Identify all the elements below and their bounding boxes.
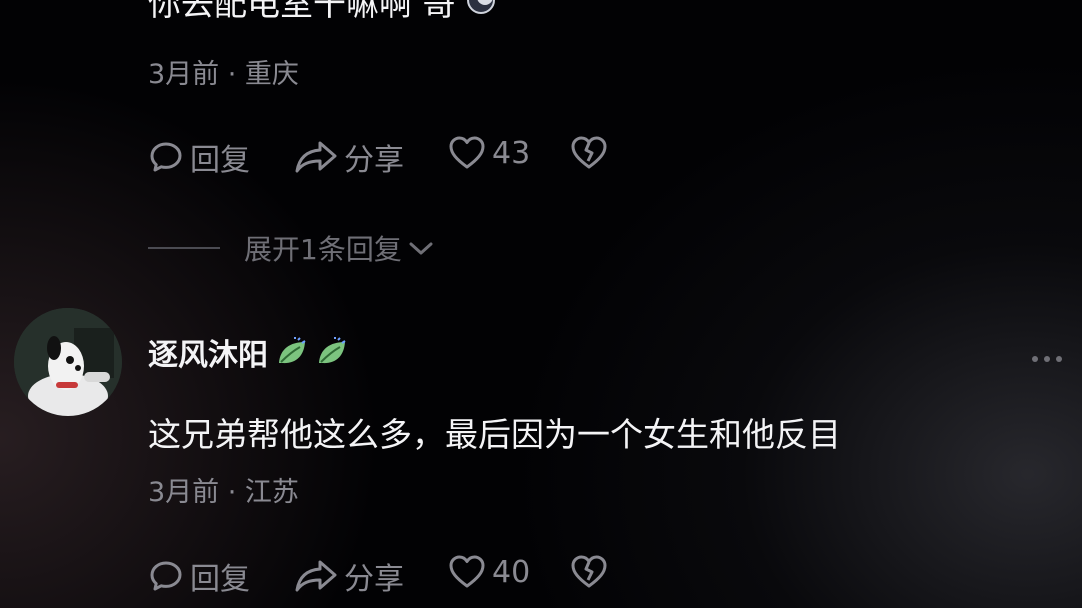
share-icon: [294, 139, 338, 175]
share-button-top[interactable]: 分享: [294, 135, 404, 179]
dislike-icon: [570, 554, 608, 590]
chevron-down-icon: [408, 232, 434, 265]
comment-top-meta: 3月前 · 重庆: [148, 59, 299, 90]
expand-replies-label: 展开1条回复: [244, 233, 402, 266]
share-icon: [294, 558, 338, 594]
comment-top-text: 你去配电室干嘛啊 哥: [148, 0, 496, 24]
reply-button-top[interactable]: 回复: [148, 135, 250, 179]
share-label: 分享: [344, 143, 404, 178]
like-button[interactable]: 40: [448, 554, 530, 590]
reply-icon: [148, 558, 184, 594]
like-count: 43: [492, 135, 531, 171]
comment-main-meta: 3月前 · 江苏: [148, 477, 299, 508]
share-button[interactable]: 分享: [294, 554, 404, 598]
username-row: 逐风沐阳: [148, 330, 346, 374]
comment-main-text: 这兄弟帮他这么多，最后因为一个女生和他反目: [148, 415, 841, 454]
comment-top-text-content: 你去配电室干嘛啊 哥: [148, 0, 456, 23]
expand-replies[interactable]: 展开1条回复: [148, 228, 434, 268]
leaf-badge-icon: [276, 337, 306, 367]
leaf-badge-icon: [316, 337, 346, 367]
dislike-button-top[interactable]: [570, 135, 608, 171]
dislike-icon: [570, 135, 608, 171]
heart-icon: [448, 554, 486, 590]
share-label: 分享: [344, 562, 404, 597]
dislike-button[interactable]: [570, 554, 608, 590]
more-icon[interactable]: [1032, 356, 1062, 362]
moon-emoji-icon: [466, 0, 496, 24]
heart-icon: [448, 135, 486, 171]
username[interactable]: 逐风沐阳: [148, 330, 268, 374]
expand-divider-line: [148, 247, 220, 249]
like-button-top[interactable]: 43: [448, 135, 530, 171]
avatar[interactable]: [14, 308, 122, 416]
reply-label: 回复: [190, 143, 250, 178]
reply-button[interactable]: 回复: [148, 554, 250, 598]
reply-icon: [148, 139, 184, 175]
like-count: 40: [492, 554, 531, 590]
reply-label: 回复: [190, 562, 250, 597]
